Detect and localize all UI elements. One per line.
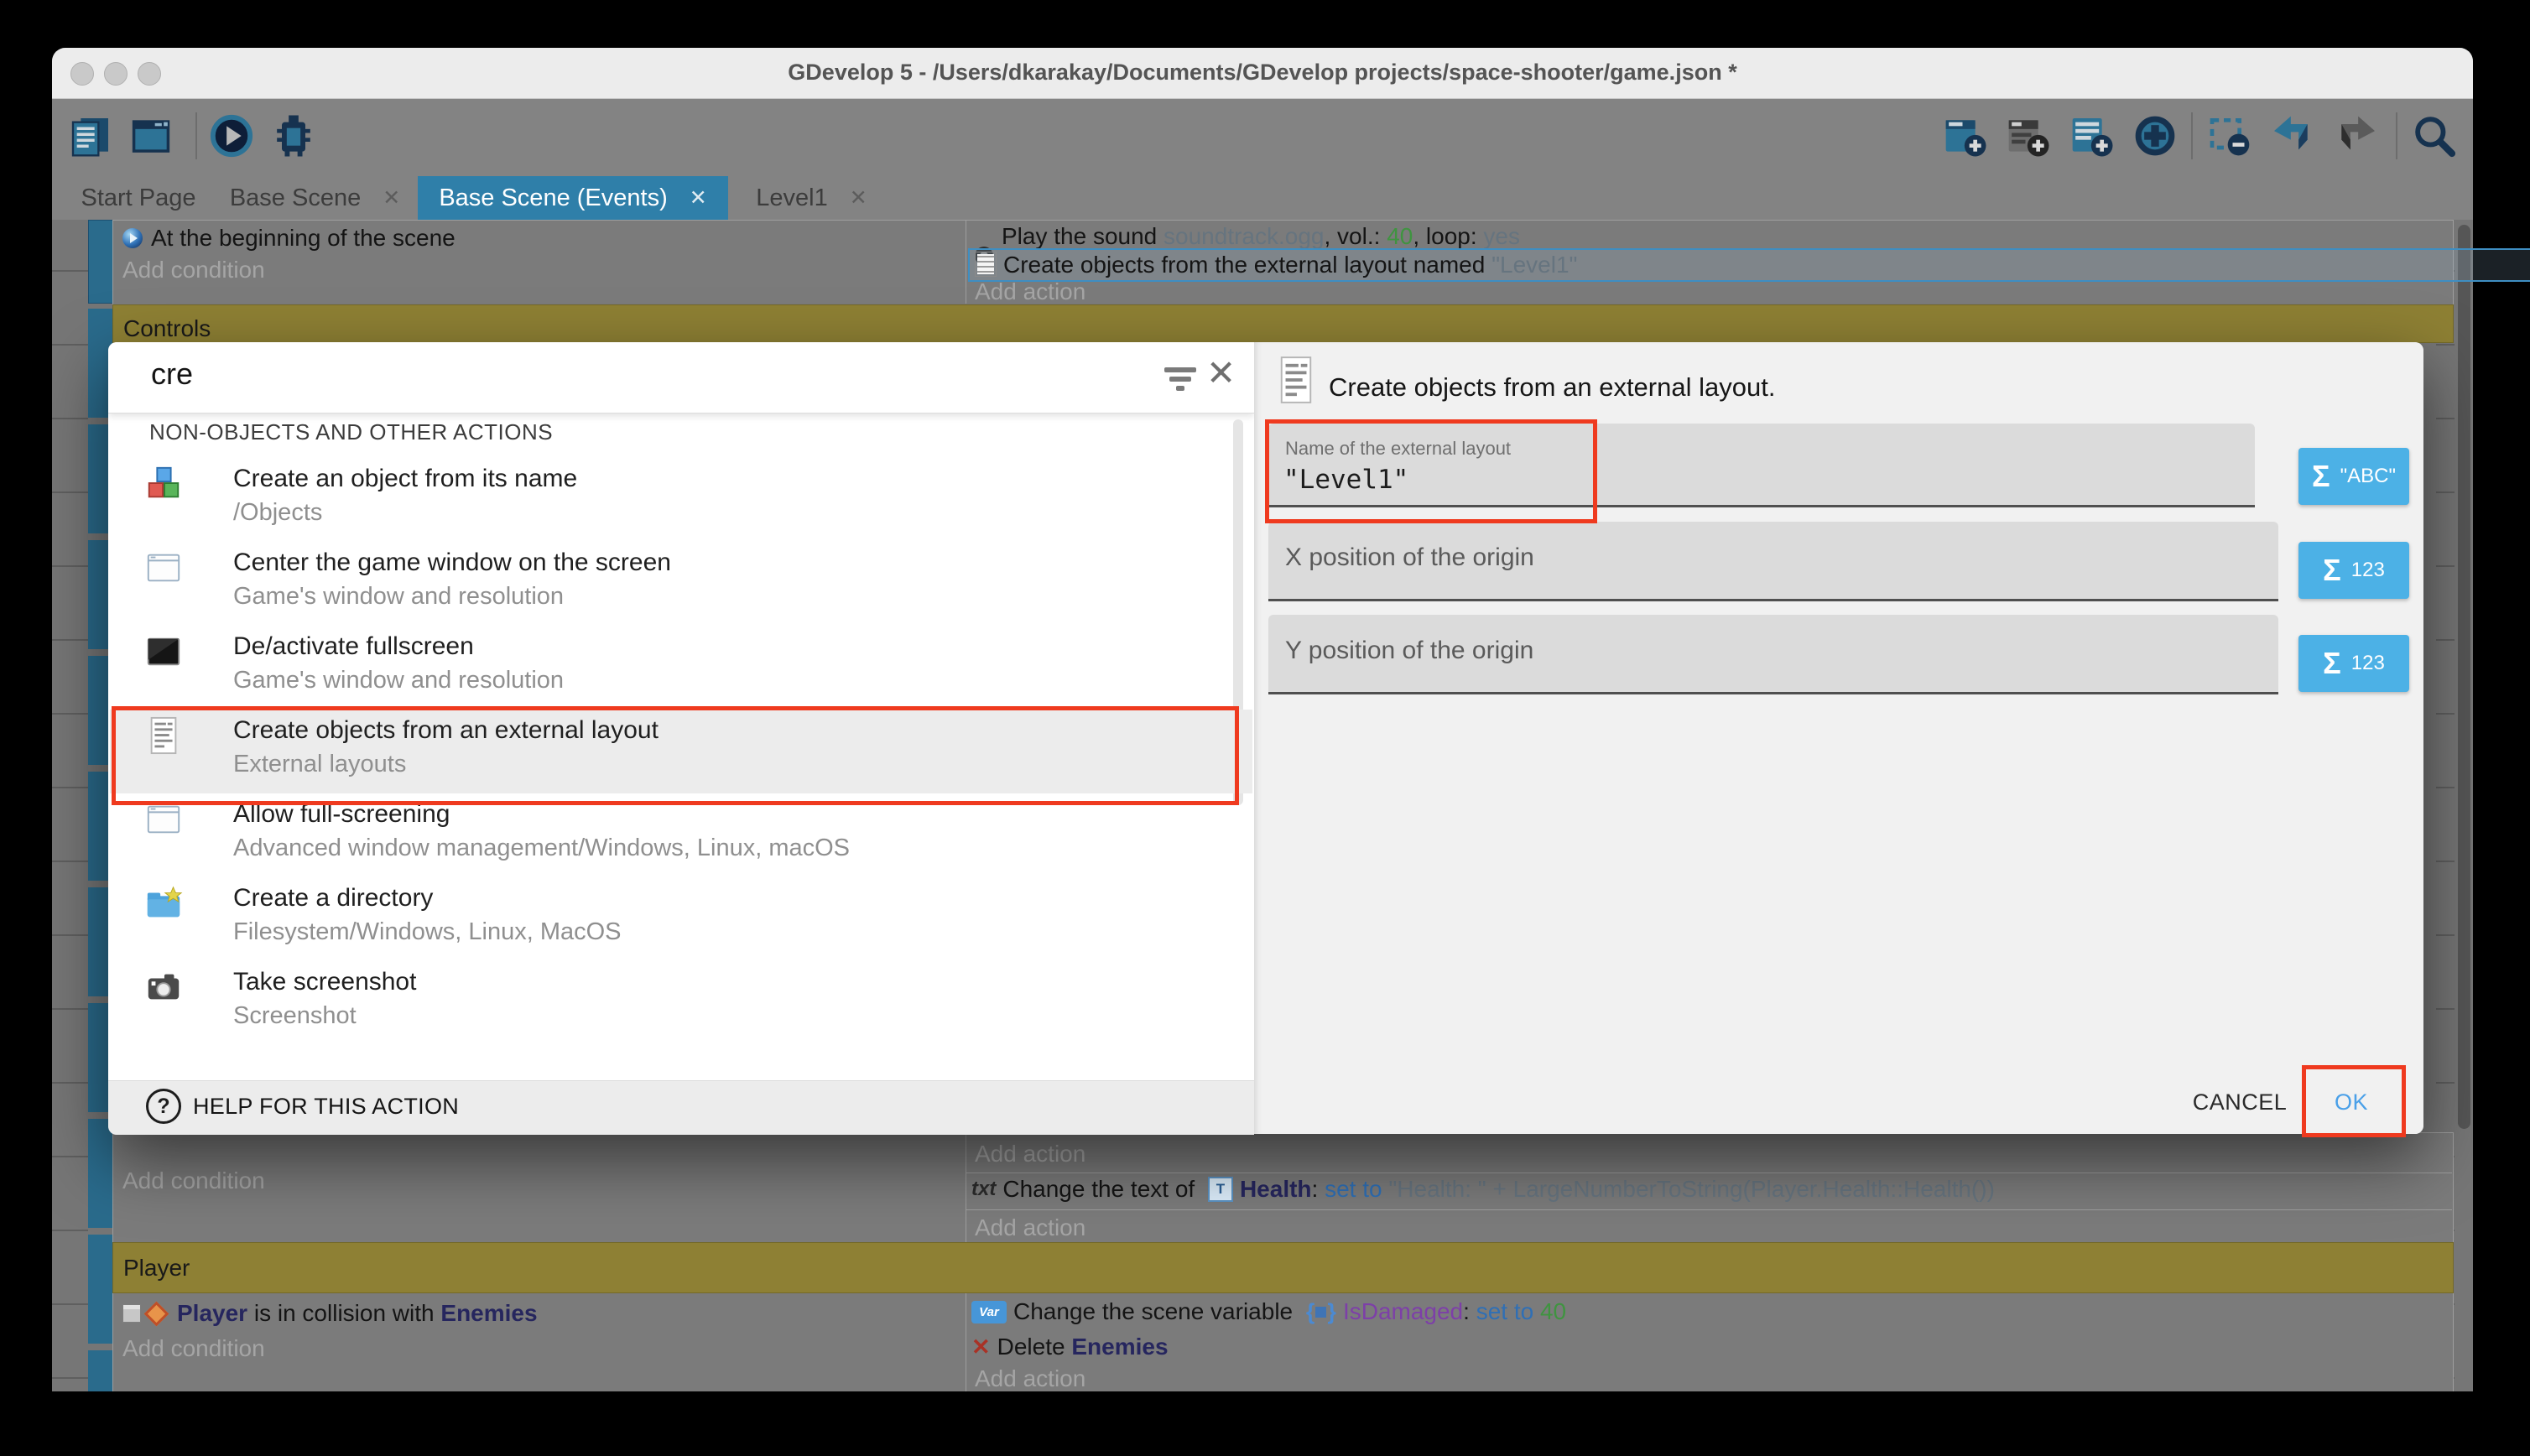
variable-icon: {}: [1306, 1299, 1336, 1325]
action-change-variable[interactable]: VarChange the scene variable {}IsDamaged…: [971, 1298, 1566, 1325]
toolbar-separator: [2396, 112, 2397, 159]
expression-builder-button[interactable]: Σ123: [2298, 635, 2409, 692]
text-action-icon: txt: [971, 1178, 996, 1201]
action-play-sound[interactable]: Play the sound soundtrack.ogg, vol.: 40,…: [1002, 223, 1520, 250]
list-item-create-directory[interactable]: Create a directoryFilesystem/Windows, Li…: [110, 877, 1252, 961]
collision-icon: [144, 1301, 169, 1326]
add-action-link[interactable]: Add action: [975, 1214, 1085, 1241]
window-icon: [144, 549, 183, 587]
object-icon: [122, 1304, 141, 1323]
add-action-link[interactable]: Add action: [975, 1365, 1085, 1392]
row-ticks-left: [52, 220, 88, 1391]
y-position-placeholder: Y position of the origin: [1285, 637, 1533, 665]
tab-level1[interactable]: Level1✕: [738, 176, 885, 220]
list-item-external-layout[interactable]: Create objects from an external layoutEx…: [110, 710, 1252, 793]
x-position-placeholder: X position of the origin: [1285, 543, 1534, 572]
add-comment-icon[interactable]: [2005, 112, 2052, 159]
condition-collision[interactable]: Player is in collision with Enemies: [122, 1300, 538, 1327]
screen-bottom-mask: [0, 1391, 2530, 1456]
delete-event-icon[interactable]: [2206, 112, 2253, 159]
scene-editor-icon[interactable]: [128, 112, 174, 159]
cancel-button[interactable]: CANCEL: [2181, 1082, 2298, 1122]
play-icon[interactable]: [208, 112, 255, 159]
add-action-link[interactable]: Add action: [975, 1141, 1085, 1167]
scene-begin-icon: [122, 228, 143, 248]
add-condition-link[interactable]: Add condition: [122, 1167, 265, 1194]
sheet-scrollbar[interactable]: [2458, 225, 2470, 1129]
add-event-icon[interactable]: [1942, 112, 1989, 159]
close-tab-icon[interactable]: ✕: [690, 185, 707, 211]
section-header: NON-OBJECTS AND OTHER ACTIONS: [149, 419, 553, 445]
close-tab-icon[interactable]: ✕: [850, 185, 867, 211]
list-item-center-window[interactable]: Center the game window on the screenGame…: [110, 542, 1252, 626]
ok-button[interactable]: OK: [2319, 1082, 2384, 1122]
objects-cubes-icon: [144, 465, 183, 503]
add-condition-link[interactable]: Add condition: [122, 1335, 265, 1362]
redo-icon[interactable]: [2334, 112, 2381, 159]
variable-action-icon: Var: [971, 1301, 1007, 1323]
search-input[interactable]: [149, 356, 1075, 393]
external-layout-icon: [975, 252, 997, 277]
action-delete[interactable]: ✕Delete Enemies: [971, 1334, 1169, 1360]
window-title: GDevelop 5 - /Users/dkarakay/Documents/G…: [52, 60, 2473, 86]
undo-icon[interactable]: [2268, 112, 2315, 159]
list-item-allow-fullscreen[interactable]: Allow full-screeningAdvanced window mana…: [110, 793, 1252, 877]
group-header-player[interactable]: Player: [112, 1242, 2454, 1293]
event-spine-segment[interactable]: [88, 220, 114, 304]
project-manager-icon[interactable]: [67, 112, 114, 159]
name-field[interactable]: [1268, 424, 2255, 507]
external-layout-icon: [1277, 356, 1315, 404]
list-item-create-object[interactable]: Create an object from its name/Objects: [110, 458, 1252, 542]
camera-icon: [144, 968, 183, 1006]
window-icon: [144, 800, 183, 839]
condition-text[interactable]: At the beginning of the scene: [151, 225, 456, 252]
fullscreen-icon: [144, 632, 183, 671]
add-subevent-icon[interactable]: [2069, 112, 2116, 159]
help-link[interactable]: HELP FOR THIS ACTION: [193, 1094, 459, 1120]
tab-start-page[interactable]: Start Page: [63, 176, 214, 220]
group-header-controls[interactable]: Controls: [112, 304, 2454, 343]
expression-builder-button[interactable]: Σ"ABC": [2298, 448, 2409, 505]
delete-icon: ✕: [971, 1334, 991, 1360]
list-item-take-screenshot[interactable]: Take screenshotScreenshot: [110, 961, 1252, 1045]
folder-icon: [144, 884, 183, 923]
tab-base-scene-events[interactable]: Base Scene (Events)✕: [418, 176, 728, 220]
panel-title: Create objects from an external layout.: [1329, 372, 1775, 403]
name-field-value[interactable]: "Level1": [1283, 465, 1408, 495]
close-dialog-icon[interactable]: ✕: [1206, 352, 1236, 393]
external-layout-icon: [144, 716, 183, 755]
action-change-text[interactable]: txtChange the text of THealth: set to "H…: [971, 1176, 1995, 1203]
toolbar-separator: [2191, 112, 2193, 159]
sigma-icon: Σ: [2323, 553, 2341, 588]
expression-builder-button[interactable]: Σ123: [2298, 542, 2409, 599]
row-divider: [966, 1209, 2452, 1210]
tab-base-scene[interactable]: Base Scene✕: [225, 176, 405, 220]
add-condition-link[interactable]: Add condition: [122, 257, 265, 283]
add-action-link[interactable]: Add action: [975, 278, 1085, 305]
sigma-icon: Σ: [2312, 459, 2330, 494]
sigma-icon: Σ: [2323, 646, 2341, 681]
filter-icon[interactable]: [1164, 367, 1198, 393]
list-item-fullscreen[interactable]: De/activate fullscreenGame's window and …: [110, 626, 1252, 710]
add-new-icon[interactable]: [2132, 112, 2179, 159]
name-field-label: Name of the external layout: [1285, 438, 1511, 460]
debug-icon[interactable]: [270, 112, 317, 159]
help-icon[interactable]: ?: [146, 1089, 181, 1124]
text-object-icon: T: [1208, 1177, 1233, 1202]
search-icon[interactable]: [2411, 112, 2458, 159]
action-create-objects[interactable]: Create objects from the external layout …: [1003, 252, 1577, 278]
toolbar-separator: [195, 112, 197, 159]
close-tab-icon[interactable]: ✕: [383, 185, 400, 211]
